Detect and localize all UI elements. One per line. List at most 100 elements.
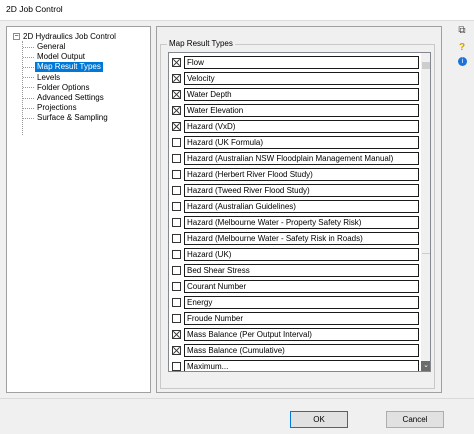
tree-item[interactable]: Folder Options (23, 83, 91, 93)
result-type-label[interactable]: Flow (184, 56, 419, 69)
unchecked-checkbox[interactable] (171, 186, 181, 195)
checked-checkbox[interactable] (171, 106, 181, 115)
collapse-icon[interactable]: − (13, 33, 20, 40)
result-type-label[interactable]: Hazard (Australian NSW Floodplain Manage… (184, 152, 419, 165)
copy-icon[interactable]: ⧉ (455, 24, 469, 38)
result-type-label[interactable]: Courant Number (184, 280, 419, 293)
checkbox-cell[interactable] (169, 215, 183, 230)
scrollbar-thumb[interactable] (422, 62, 430, 69)
checked-checkbox[interactable] (171, 330, 181, 339)
list-item[interactable]: Bed Shear Stress (169, 263, 420, 279)
checked-checkbox[interactable] (171, 122, 181, 131)
list-item[interactable]: Flow (169, 55, 420, 71)
unchecked-checkbox[interactable] (171, 218, 181, 227)
unchecked-checkbox[interactable] (171, 234, 181, 243)
tree-item-label[interactable]: Model Output (35, 52, 87, 62)
result-type-label[interactable]: Hazard (UK Formula) (184, 136, 419, 149)
result-type-label[interactable]: Hazard (UK) (184, 248, 419, 261)
info-icon[interactable]: i (458, 57, 467, 66)
checkbox-cell[interactable] (169, 103, 183, 118)
checkbox-cell[interactable] (169, 199, 183, 214)
tree-item[interactable]: Surface & Sampling (23, 113, 110, 123)
list-item[interactable]: Hazard (UK) (169, 247, 420, 263)
tree-item-label[interactable]: Levels (35, 73, 62, 83)
unchecked-checkbox[interactable] (171, 170, 181, 179)
result-type-label[interactable]: Mass Balance (Per Output Interval) (184, 328, 419, 341)
checked-checkbox[interactable] (171, 58, 181, 67)
result-type-label[interactable]: Mass Balance (Cumulative) (184, 344, 419, 357)
tree-root[interactable]: − 2D Hydraulics Job Control (13, 31, 116, 42)
help-icon[interactable]: ? (455, 41, 469, 55)
result-type-label[interactable]: Hazard (VxD) (184, 120, 419, 133)
checked-checkbox[interactable] (171, 90, 181, 99)
result-type-label[interactable]: Hazard (Herbert River Flood Study) (184, 168, 419, 181)
result-type-label[interactable]: Maximum... (184, 360, 419, 371)
result-type-label[interactable]: Energy (184, 296, 419, 309)
tree-item[interactable]: Levels (23, 73, 62, 83)
cancel-button[interactable]: Cancel (386, 411, 444, 428)
unchecked-checkbox[interactable] (171, 202, 181, 211)
checkbox-cell[interactable] (169, 151, 183, 166)
checkbox-cell[interactable] (169, 183, 183, 198)
list-item[interactable]: Water Depth (169, 87, 420, 103)
unchecked-checkbox[interactable] (171, 266, 181, 275)
list-item[interactable]: Hazard (UK Formula) (169, 135, 420, 151)
checkbox-cell[interactable] (169, 247, 183, 262)
checkbox-cell[interactable] (169, 87, 183, 102)
result-type-label[interactable]: Water Depth (184, 88, 419, 101)
checkbox-cell[interactable] (169, 343, 183, 358)
unchecked-checkbox[interactable] (171, 154, 181, 163)
unchecked-checkbox[interactable] (171, 138, 181, 147)
checked-checkbox[interactable] (171, 74, 181, 83)
list-item[interactable]: Maximum... (169, 359, 420, 371)
unchecked-checkbox[interactable] (171, 314, 181, 323)
tree-item[interactable]: Map Result Types (23, 62, 103, 73)
result-types-list[interactable]: Flow Velocity Water Depth Water Elevation Ha… (168, 52, 431, 372)
checkbox-cell[interactable] (169, 231, 183, 246)
checkbox-cell[interactable] (169, 135, 183, 150)
result-type-label[interactable]: Froude Number (184, 312, 419, 325)
tree-item[interactable]: Projections (23, 103, 79, 113)
ok-button[interactable]: OK (290, 411, 348, 428)
tree-item[interactable]: Advanced Settings (23, 93, 106, 103)
checkbox-cell[interactable] (169, 167, 183, 182)
list-item[interactable]: Hazard (VxD) (169, 119, 420, 135)
list-item[interactable]: Hazard (Melbourne Water - Safety Risk in… (169, 231, 420, 247)
list-item[interactable]: Hazard (Australian NSW Floodplain Manage… (169, 151, 420, 167)
list-item[interactable]: Water Elevation (169, 103, 420, 119)
tree-item-label[interactable]: Projections (35, 103, 79, 113)
result-type-label[interactable]: Hazard (Melbourne Water - Safety Risk in… (184, 232, 419, 245)
checked-checkbox[interactable] (171, 346, 181, 355)
checkbox-cell[interactable] (169, 295, 183, 310)
result-type-label[interactable]: Velocity (184, 72, 419, 85)
unchecked-checkbox[interactable] (171, 250, 181, 259)
checkbox-cell[interactable] (169, 263, 183, 278)
list-item[interactable]: Hazard (Herbert River Flood Study) (169, 167, 420, 183)
result-type-label[interactable]: Hazard (Australian Guidelines) (184, 200, 419, 213)
tree-item[interactable]: Model Output (23, 52, 87, 62)
unchecked-checkbox[interactable] (171, 282, 181, 291)
list-item[interactable]: Hazard (Australian Guidelines) (169, 199, 420, 215)
list-item[interactable]: Velocity (169, 71, 420, 87)
result-type-label[interactable]: Hazard (Melbourne Water - Property Safet… (184, 216, 419, 229)
checkbox-cell[interactable] (169, 119, 183, 134)
tree-item-label[interactable]: Folder Options (35, 83, 91, 93)
result-type-label[interactable]: Hazard (Tweed River Flood Study) (184, 184, 419, 197)
checkbox-cell[interactable] (169, 359, 183, 371)
list-item[interactable]: Hazard (Tweed River Flood Study) (169, 183, 420, 199)
tree-item[interactable]: General (23, 42, 67, 52)
unchecked-checkbox[interactable] (171, 362, 181, 371)
list-item[interactable]: Energy (169, 295, 420, 311)
result-type-label[interactable]: Water Elevation (184, 104, 419, 117)
list-item[interactable]: Mass Balance (Cumulative) (169, 343, 420, 359)
tree-item-label[interactable]: Advanced Settings (35, 93, 106, 103)
tree-item-label[interactable]: General (35, 42, 67, 52)
list-item[interactable]: Hazard (Melbourne Water - Property Safet… (169, 215, 420, 231)
tree-root-label[interactable]: 2D Hydraulics Job Control (23, 32, 116, 41)
unchecked-checkbox[interactable] (171, 298, 181, 307)
tree-item-label[interactable]: Surface & Sampling (35, 113, 110, 123)
scroll-down-icon[interactable]: ⌄ (421, 361, 430, 371)
checkbox-cell[interactable] (169, 71, 183, 86)
checkbox-cell[interactable] (169, 55, 183, 70)
vertical-scrollbar[interactable]: ⌄ (421, 53, 430, 371)
